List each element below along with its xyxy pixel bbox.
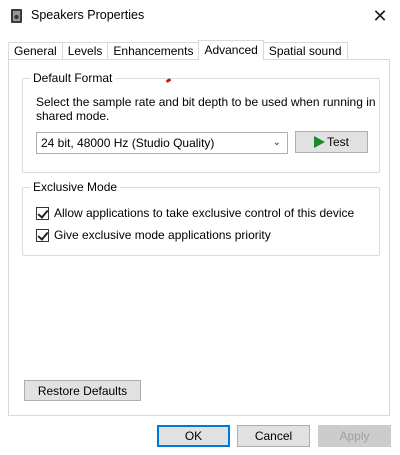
speaker-app-icon <box>11 9 22 23</box>
tab-levels[interactable]: Levels <box>61 42 109 60</box>
chevron-down-icon: ⌄ <box>272 137 281 148</box>
tab-advanced[interactable]: Advanced <box>198 40 264 60</box>
restore-defaults-button[interactable]: Restore Defaults <box>24 380 141 401</box>
test-button-label: Test <box>326 135 349 149</box>
default-format-description: Select the sample rate and bit depth to … <box>36 95 376 123</box>
exclusive-priority-checkbox[interactable] <box>36 228 49 242</box>
tab-general[interactable]: General <box>8 42 63 60</box>
tab-spatial-sound[interactable]: Spatial sound <box>262 42 348 60</box>
ok-button[interactable]: OK <box>157 425 230 447</box>
default-format-label: Default Format <box>30 71 116 85</box>
exclusive-mode-label: Exclusive Mode <box>30 180 121 194</box>
close-button[interactable]: ✕ <box>360 0 400 32</box>
allow-exclusive-control-checkbox[interactable] <box>36 206 49 220</box>
cancel-button[interactable]: Cancel <box>237 425 310 447</box>
window-title: Speakers Properties <box>31 8 145 22</box>
format-dropdown[interactable]: 24 bit, 48000 Hz (Studio Quality) ⌄ <box>36 132 288 154</box>
advanced-panel: Default Format Select the sample rate an… <box>8 59 390 416</box>
play-icon <box>313 136 325 148</box>
close-icon: ✕ <box>372 5 388 26</box>
format-dropdown-value: 24 bit, 48000 Hz (Studio Quality) <box>41 136 215 150</box>
allow-exclusive-control-label: Allow applications to take exclusive con… <box>54 206 355 220</box>
exclusive-priority-option[interactable]: Give exclusive mode applications priorit… <box>36 228 271 242</box>
tab-strip: General Levels Enhancements Advanced Spa… <box>8 40 348 60</box>
exclusive-mode-group: Exclusive Mode Allow applications to tak… <box>22 180 380 256</box>
test-button[interactable]: Test <box>295 131 368 153</box>
default-format-group: Default Format Select the sample rate an… <box>22 71 380 173</box>
title-bar: Speakers Properties ✕ <box>0 0 400 32</box>
apply-button[interactable]: Apply <box>318 425 391 447</box>
allow-exclusive-control-option[interactable]: Allow applications to take exclusive con… <box>36 206 354 220</box>
exclusive-priority-label: Give exclusive mode applications priorit… <box>54 228 271 242</box>
tab-enhancements[interactable]: Enhancements <box>107 42 200 60</box>
